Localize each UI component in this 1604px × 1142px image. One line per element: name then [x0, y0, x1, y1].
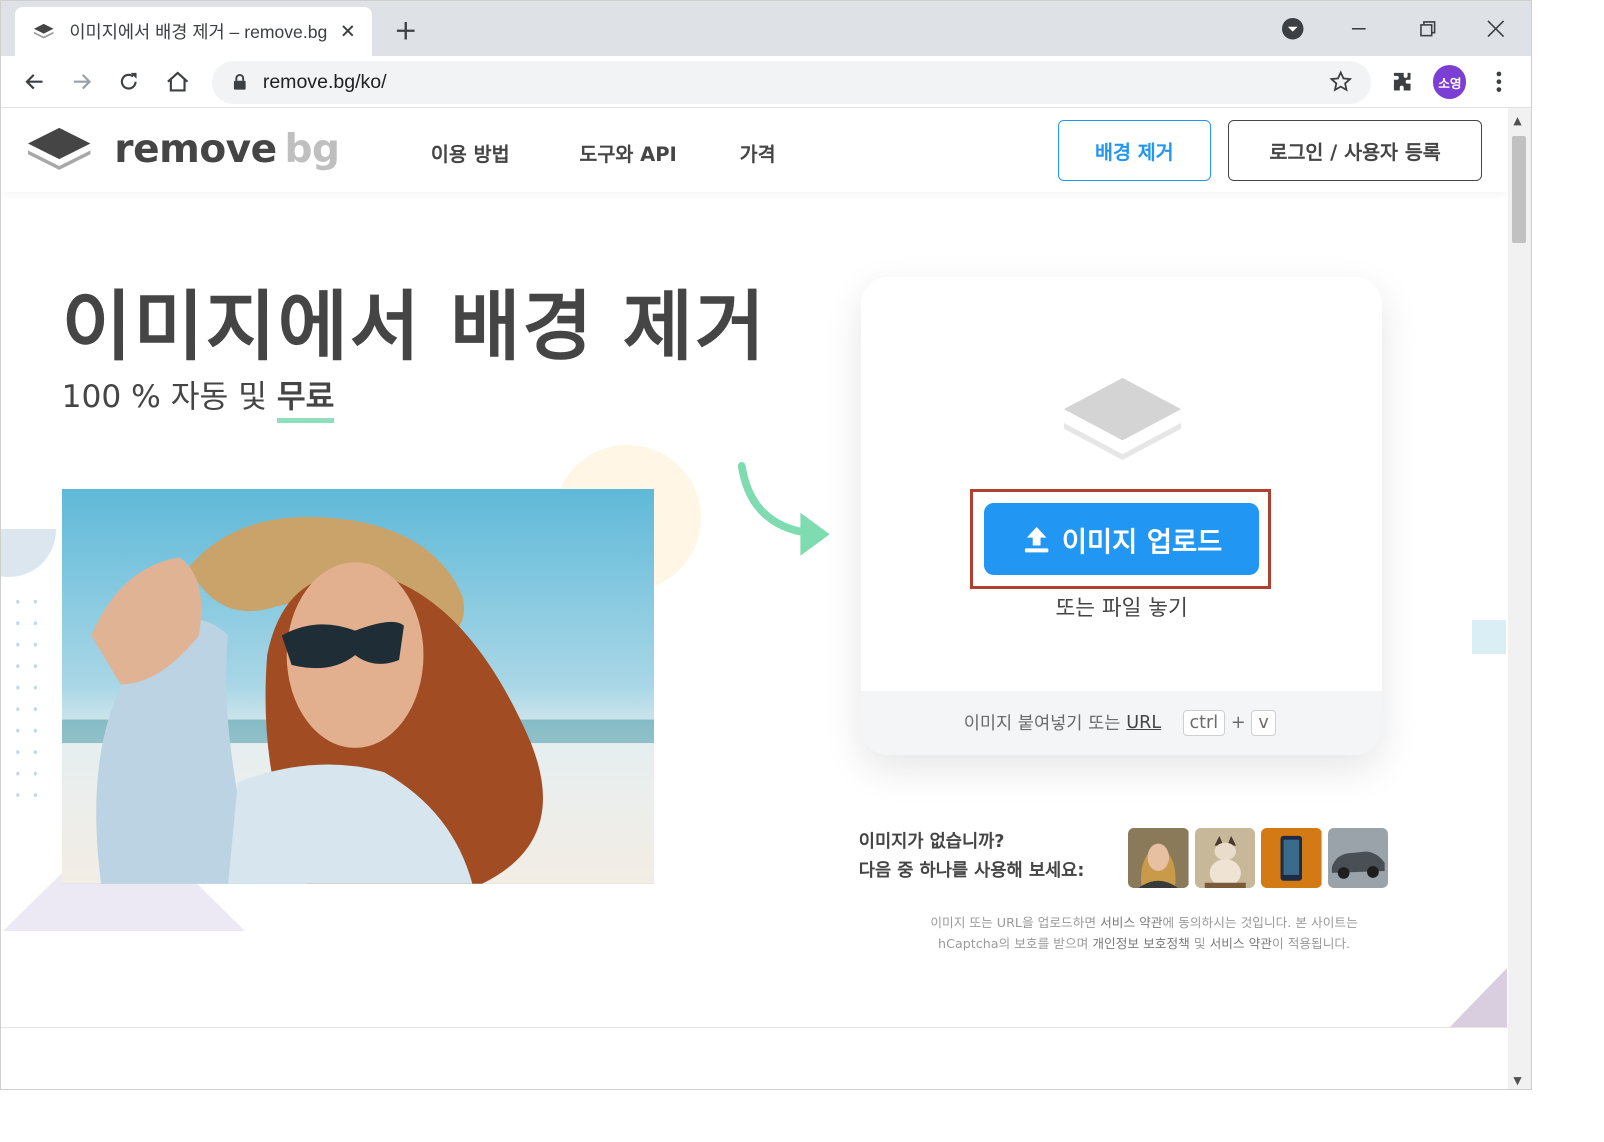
hero-subtitle: 100 % 자동 및 무료 — [61, 372, 334, 424]
section-divider — [1, 1026, 1508, 1028]
decor-half-circle — [1, 528, 56, 578]
menu-kebab-icon[interactable] — [1480, 64, 1517, 101]
tab-title: 이미지에서 배경 제거 – remove.bg — [69, 21, 328, 42]
forward-icon[interactable] — [64, 64, 101, 101]
lock-icon — [233, 74, 246, 90]
layers-placeholder-icon — [1063, 378, 1182, 461]
sample-thumb-cat[interactable] — [1194, 827, 1256, 889]
hero-sample-photo — [61, 489, 654, 885]
drop-file-hint: 또는 파일 놓기 — [1055, 596, 1188, 622]
sample-prompt: 이미지가 없습니까? 다음 중 하나를 사용해 보세요: — [859, 828, 1085, 887]
key-v: v — [1251, 710, 1276, 736]
nav-how-to[interactable]: 이용 방법 — [431, 138, 510, 167]
hero-title: 이미지에서 배경 제거 — [61, 281, 767, 371]
sample-thumb-car[interactable] — [1327, 827, 1389, 889]
tab-strip: 이미지에서 배경 제거 – remove.bg — [1, 1, 1531, 56]
paste-hint: 이미지 붙여넣기 또는 — [963, 714, 1121, 735]
nav-pricing[interactable]: 가격 — [740, 138, 776, 167]
key-ctrl: ctrl — [1182, 710, 1226, 736]
logo-text-bg: bg — [284, 126, 340, 172]
legal-line1-c: 에 동의하시는 것입니다. 본 사이트는 — [1162, 914, 1358, 930]
sample-thumb-phone[interactable] — [1261, 827, 1322, 889]
remove-background-button[interactable]: 배경 제거 — [1058, 120, 1211, 181]
privacy-policy-link[interactable]: 개인정보 보호정책 — [1092, 936, 1189, 951]
paste-url-link[interactable]: URL — [1126, 713, 1161, 733]
browser-window: 이미지에서 배경 제거 – remove.bg remove.bg/ko/ 소영… — [0, 0, 1532, 1091]
logo-text-remove: remove — [114, 126, 277, 172]
page-viewport: remove bg 이용 방법 도구와 API 가격 배경 제거 로그인 / 사… — [1, 108, 1508, 1090]
sample-prompt-line2: 다음 중 하나를 사용해 보세요: — [858, 860, 1085, 881]
scroll-up-icon[interactable]: ▲ — [1513, 114, 1521, 127]
legal-line2-e: 이 적용됩니다. — [1271, 936, 1351, 952]
scroll-down-icon[interactable]: ▼ — [1513, 1074, 1521, 1087]
legal-notice: 이미지 또는 URL을 업로드하면 서비스 약관에 동의하시는 것입니다. 본 … — [861, 912, 1428, 955]
back-icon[interactable] — [17, 64, 54, 101]
reload-icon[interactable] — [110, 64, 147, 101]
sample-thumb-woman[interactable] — [1128, 827, 1190, 889]
bookmark-star-icon[interactable] — [1328, 69, 1353, 94]
sample-prompt-line1: 이미지가 없습니까? — [858, 831, 1005, 852]
url-text: remove.bg/ko/ — [262, 70, 387, 93]
home-icon[interactable] — [159, 64, 196, 101]
sample-images — [1128, 827, 1389, 889]
layers-logo-icon — [28, 128, 91, 171]
terms-link[interactable]: 서비스 약관 — [1100, 915, 1162, 930]
hero-subtitle-free: 무료 — [276, 372, 334, 424]
legal-line1-a: 이미지 또는 URL을 업로드하면 — [930, 914, 1097, 930]
address-bar[interactable]: remove.bg/ko/ — [212, 60, 1371, 104]
paste-url-bar: 이미지 붙여넣기 또는 URL ctrl + v — [860, 690, 1383, 756]
close-tab-icon[interactable] — [337, 21, 358, 42]
hero-subtitle-prefix: 100 % 자동 및 — [61, 379, 267, 416]
profile-avatar[interactable]: 소영 — [1433, 65, 1467, 99]
decor-triangle-right — [1448, 967, 1507, 1029]
removebg-favicon-icon — [34, 23, 54, 39]
decor-square — [1472, 620, 1506, 654]
extensions-puzzle-icon[interactable] — [1384, 64, 1421, 101]
window-close-icon[interactable] — [1476, 11, 1515, 46]
browser-tab[interactable]: 이미지에서 배경 제거 – remove.bg — [14, 6, 373, 56]
page-scrollbar[interactable]: ▲ ▼ — [1507, 108, 1531, 1090]
site-header: remove bg 이용 방법 도구와 API 가격 배경 제거 로그인 / 사… — [1, 108, 1508, 193]
browser-toolbar: remove.bg/ko/ 소영 — [1, 55, 1531, 109]
nav-tools-api[interactable]: 도구와 API — [579, 138, 676, 167]
upload-icon — [1024, 526, 1049, 552]
green-arrow-icon — [737, 462, 830, 556]
key-plus: + — [1230, 712, 1246, 733]
restore-icon[interactable] — [1408, 11, 1447, 46]
minimize-icon[interactable] — [1339, 11, 1378, 46]
site-logo[interactable]: remove bg — [26, 124, 340, 175]
decor-dots — [8, 591, 48, 807]
legal-line1: 이미지 또는 URL을 업로드하면 서비스 약관에 동의하시는 것입니다. 본 … — [861, 912, 1428, 934]
new-tab-button[interactable] — [390, 15, 421, 46]
scroll-thumb[interactable] — [1512, 135, 1527, 244]
legal-line2: hCaptcha의 보호를 받으며 개인정보 보호정책 및 서비스 약관이 적용… — [861, 933, 1428, 955]
legal-line2-and: 및 — [1193, 936, 1206, 952]
login-signup-button[interactable]: 로그인 / 사용자 등록 — [1228, 120, 1483, 181]
terms-link-2[interactable]: 서비스 약관 — [1210, 936, 1272, 951]
legal-line2-a: hCaptcha의 보호를 받으며 — [938, 936, 1089, 952]
upload-card[interactable]: 이미지 업로드 또는 파일 놓기 이미지 붙여넣기 또는 URL ctrl + … — [860, 276, 1383, 756]
tab-search-icon[interactable] — [1273, 11, 1312, 46]
upload-button-label: 이미지 업로드 — [1061, 527, 1223, 559]
upload-image-button[interactable]: 이미지 업로드 — [983, 503, 1260, 576]
